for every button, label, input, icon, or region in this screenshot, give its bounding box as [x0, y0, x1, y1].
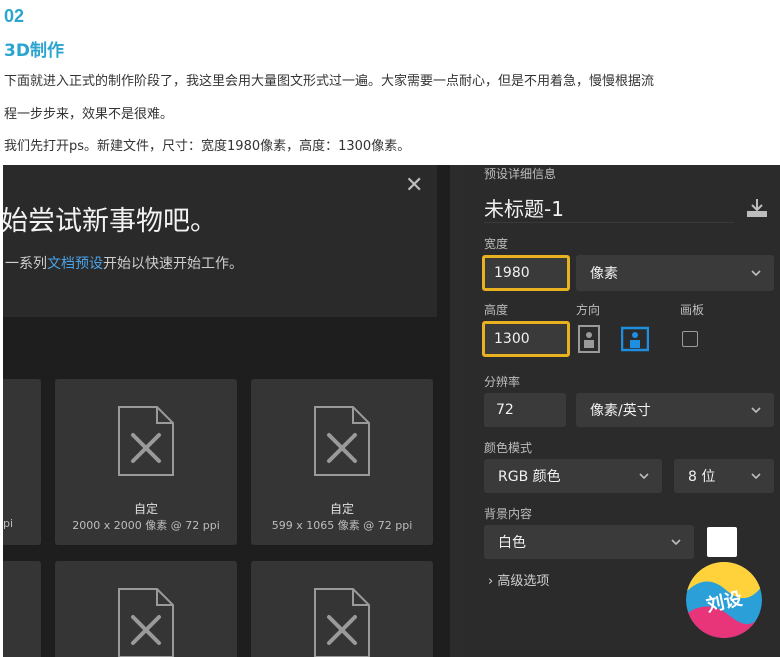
- chevron-down-icon: [639, 473, 649, 480]
- save-preset-icon[interactable]: [744, 197, 770, 219]
- preset-card-partial[interactable]: pi: [3, 379, 41, 545]
- resolution-unit-select[interactable]: 像素/英寸: [576, 393, 774, 427]
- preset-card[interactable]: [251, 561, 433, 657]
- document-presets-link[interactable]: 文档预设: [47, 256, 103, 272]
- orientation-label: 方向: [576, 303, 601, 317]
- chevron-down-icon: [751, 473, 761, 480]
- advanced-options-toggle[interactable]: › 高级选项: [488, 570, 549, 589]
- portrait-orientation-icon[interactable]: [575, 325, 603, 353]
- chevron-down-icon: [751, 407, 761, 414]
- bit-depth-select[interactable]: 8 位: [674, 459, 774, 493]
- height-input[interactable]: 1300: [482, 321, 570, 357]
- resolution-unit-value: 像素/英寸: [590, 403, 651, 419]
- width-unit-value: 像素: [590, 266, 618, 282]
- preset-card[interactable]: 自定 599 x 1065 像素 @ 72 ppi: [251, 379, 433, 545]
- document-preset-icon: [314, 406, 370, 476]
- width-input[interactable]: 1980: [482, 255, 570, 291]
- paragraph-line-3: 我们先打开ps。新建文件，尺寸：宽度1980像素，高度：1300像素。: [4, 139, 411, 154]
- chevron-down-icon: [671, 539, 681, 546]
- welcome-subtext-suffix: 开始以快速开始工作。: [103, 256, 243, 272]
- welcome-subtext-prefix: 一系列: [5, 256, 47, 272]
- color-mode-value: RGB 颜色: [498, 469, 561, 485]
- preset-spec: 2000 x 2000 像素 @ 72 ppi: [72, 519, 220, 532]
- welcome-heading: 始尝试新事物吧。: [3, 206, 217, 237]
- height-label: 高度: [484, 303, 509, 317]
- preset-card[interactable]: [55, 561, 237, 657]
- new-document-dialog-screenshot: 始尝试新事物吧。 一系列文档预设开始以快速开始工作。 ✕ pi 自定 2000 …: [3, 165, 780, 657]
- landscape-orientation-icon[interactable]: [621, 325, 649, 353]
- resolution-input[interactable]: 72: [484, 393, 566, 427]
- chevron-right-icon: ›: [488, 574, 494, 589]
- preset-card[interactable]: 自定 2000 x 2000 像素 @ 72 ppi: [55, 379, 237, 545]
- document-name-input[interactable]: 未标题-1: [484, 193, 734, 223]
- resolution-label: 分辨率: [484, 375, 521, 389]
- width-label: 宽度: [484, 237, 509, 251]
- preset-name: 自定: [133, 502, 158, 516]
- preset-spec: 599 x 1065 像素 @ 72 ppi: [271, 519, 413, 532]
- watermark-badge: 刘设: [686, 562, 762, 638]
- preset-name: 自定: [329, 502, 354, 516]
- section-number: 02: [4, 6, 25, 26]
- document-preset-icon: [314, 588, 370, 657]
- preset-spec: pi: [3, 517, 14, 530]
- color-mode-label: 颜色模式: [484, 441, 533, 455]
- preset-browser: 始尝试新事物吧。 一系列文档预设开始以快速开始工作。 ✕ pi 自定 2000 …: [3, 165, 450, 657]
- artboard-label: 画板: [680, 303, 705, 317]
- width-unit-select[interactable]: 像素: [576, 255, 774, 291]
- section-title: 3D制作: [4, 41, 64, 61]
- background-color-swatch[interactable]: [707, 527, 737, 557]
- preset-details-label: 预设详细信息: [484, 167, 557, 181]
- bit-depth-value: 8 位: [688, 469, 716, 485]
- document-preset-icon: [118, 588, 174, 657]
- panel-divider: [450, 165, 464, 657]
- welcome-subtext: 一系列文档预设开始以快速开始工作。: [5, 253, 243, 273]
- chevron-down-icon: [751, 270, 761, 277]
- background-label: 背景内容: [484, 507, 533, 521]
- background-select[interactable]: 白色: [484, 525, 694, 559]
- artboard-checkbox[interactable]: [682, 331, 698, 347]
- background-value: 白色: [498, 535, 526, 551]
- preset-card-partial[interactable]: [3, 561, 41, 657]
- paragraph-line-1: 下面就进入正式的制作阶段了，我这里会用大量图文形式过一遍。大家需要一点耐心，但是…: [4, 74, 655, 89]
- document-preset-icon: [118, 406, 174, 476]
- color-mode-select[interactable]: RGB 颜色: [484, 459, 662, 493]
- welcome-banner: 始尝试新事物吧。 一系列文档预设开始以快速开始工作。 ✕: [3, 165, 437, 317]
- paragraph-line-2: 程一步步来，效果不是很难。: [4, 107, 174, 122]
- advanced-options-label: 高级选项: [497, 574, 550, 589]
- close-icon[interactable]: ✕: [405, 173, 423, 198]
